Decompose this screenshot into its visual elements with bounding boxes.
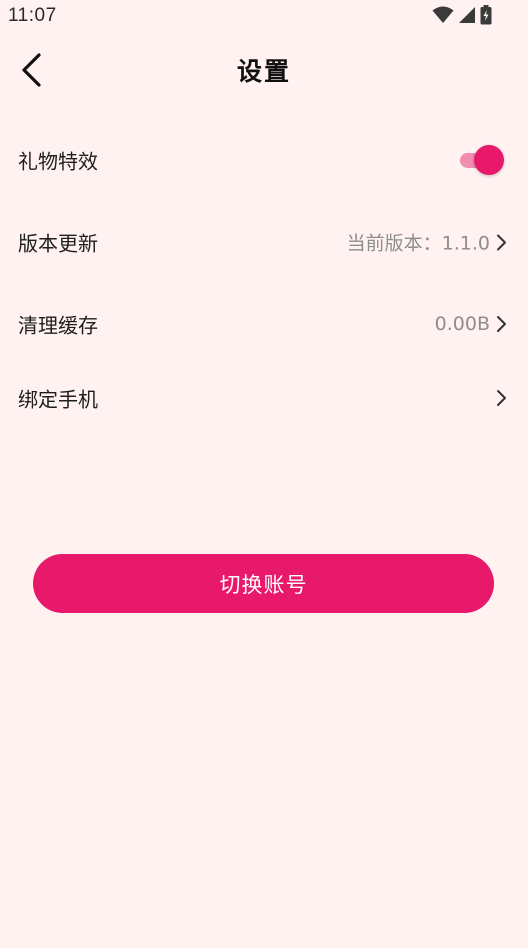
gift-effects-label: 礼物特效: [18, 149, 98, 174]
status-bar: 11:07: [0, 0, 528, 32]
bind-phone-right: [494, 388, 508, 408]
switch-account-button[interactable]: 切换账号: [33, 554, 494, 613]
clear-cache-right: 0.00B: [435, 313, 508, 335]
cache-size-value: 0.00B: [434, 313, 490, 335]
gift-effects-toggle[interactable]: [456, 144, 504, 176]
clear-cache-label: 清理缓存: [18, 313, 98, 338]
status-icons: [432, 5, 492, 25]
signal-icon: [459, 7, 475, 23]
toggle-knob: [474, 145, 504, 175]
wifi-icon: [432, 6, 454, 23]
chevron-right-icon: [497, 316, 506, 332]
chevron-right-icon: [497, 234, 506, 250]
version-update-row[interactable]: 版本更新 当前版本：1.1.0: [0, 212, 528, 272]
current-version-value: 当前版本：1.1.0: [346, 232, 490, 255]
version-update-label: 版本更新: [18, 231, 98, 256]
nav-bar: 设置: [0, 36, 528, 102]
page-title: 设置: [236, 57, 291, 86]
chevron-right-icon: [497, 390, 506, 406]
clear-cache-row[interactable]: 清理缓存 0.00B: [0, 294, 528, 354]
gift-effects-row: 礼物特效: [0, 130, 528, 190]
bind-phone-label: 绑定手机: [18, 387, 98, 412]
battery-charging-icon: [480, 5, 492, 25]
version-update-right: 当前版本：1.1.0: [347, 229, 508, 256]
bind-phone-row[interactable]: 绑定手机: [0, 368, 528, 428]
status-time: 11:07: [8, 5, 57, 26]
